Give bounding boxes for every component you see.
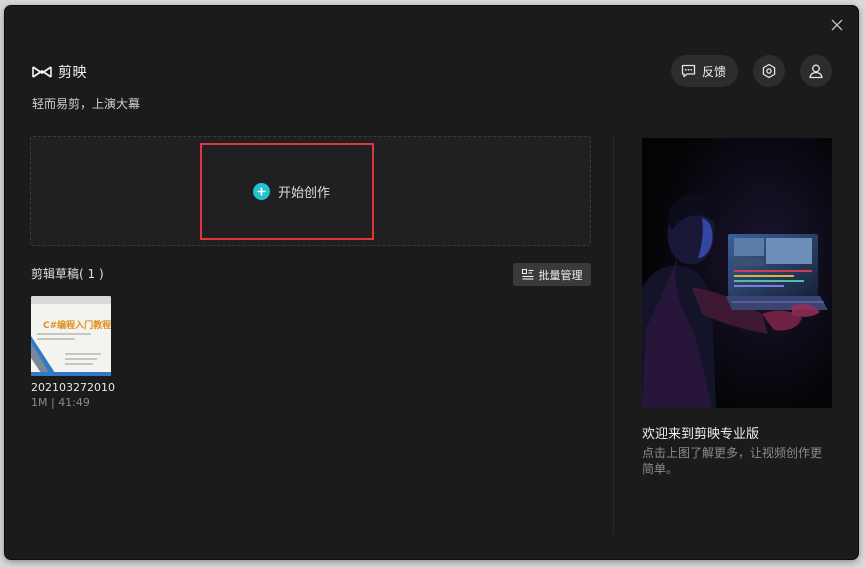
plus-icon xyxy=(252,182,270,200)
promo-description: 点击上图了解更多，让视频创作更简单。 xyxy=(642,446,823,476)
batch-manage-label: 批量管理 xyxy=(538,268,583,282)
app-logo: 剪映 xyxy=(32,62,87,82)
start-create-button[interactable]: 开始创作 xyxy=(252,182,330,201)
header-actions: 反馈 xyxy=(670,55,832,87)
feedback-icon xyxy=(681,64,696,78)
draft-card[interactable]: C#编程入门教程 202103272010 1M | 41:49 xyxy=(31,296,115,409)
app-slogan: 轻而易剪，上演大幕 xyxy=(32,97,141,111)
batch-manage-button[interactable]: 批量管理 xyxy=(513,263,591,286)
app-name: 剪映 xyxy=(58,65,87,81)
start-create-area[interactable]: 开始创作 xyxy=(30,136,591,246)
feedback-button[interactable]: 反馈 xyxy=(670,55,738,87)
account-button[interactable] xyxy=(800,55,832,87)
close-icon xyxy=(831,19,843,31)
draft-thumbnail-title: C#编程入门教程 xyxy=(43,321,111,331)
draft-meta: 1M | 41:49 xyxy=(31,396,90,409)
draft-name: 202103272010 xyxy=(31,381,115,394)
list-manage-icon xyxy=(521,269,533,280)
draft-thumbnail: C#编程入门教程 xyxy=(31,296,111,376)
promo-title: 欢迎来到剪映专业版 xyxy=(642,427,760,442)
start-create-label: 开始创作 xyxy=(277,185,330,201)
user-icon xyxy=(809,64,823,79)
drafts-section-title: 剪辑草稿( 1 ) xyxy=(31,267,104,281)
feedback-label: 反馈 xyxy=(701,64,726,79)
settings-button[interactable] xyxy=(753,55,785,87)
promo-image[interactable] xyxy=(642,138,832,408)
capcut-logo-icon xyxy=(32,66,52,78)
settings-hexagon-icon xyxy=(762,63,776,79)
section-divider xyxy=(613,136,614,534)
close-button[interactable] xyxy=(828,16,846,34)
app-window: 剪映 轻而易剪，上演大幕 反馈 开始创作 剪辑草稿(1) 批量管理 C#编程… xyxy=(5,6,858,559)
